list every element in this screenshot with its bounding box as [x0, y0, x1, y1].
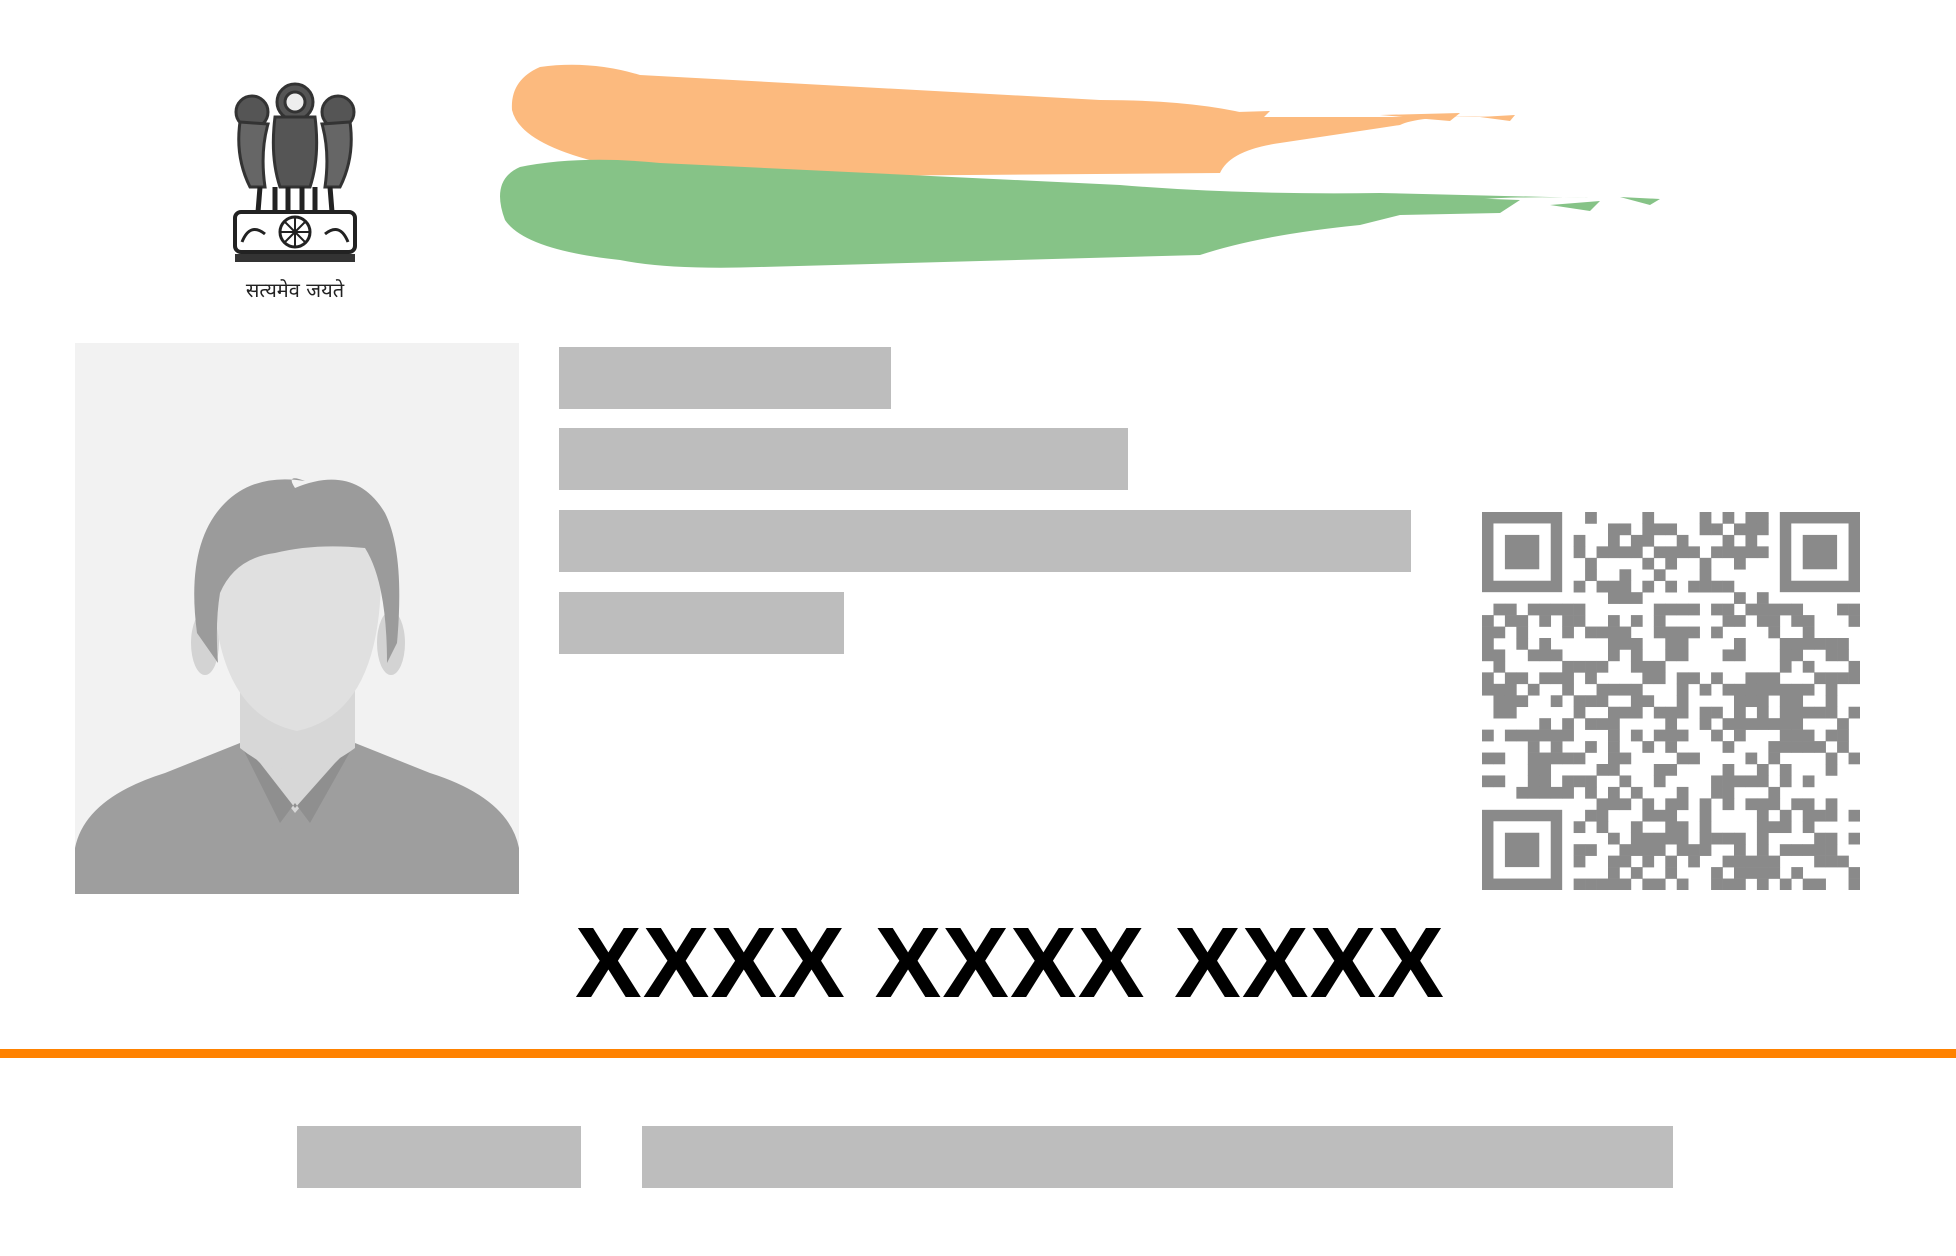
redacted-footer-left — [297, 1126, 581, 1188]
person-placeholder-icon — [75, 478, 519, 894]
aadhaar-number: XXXX XXXX XXXX — [575, 907, 1445, 1019]
redacted-dob — [559, 428, 1128, 490]
redacted-name — [559, 347, 891, 409]
national-emblem-icon — [233, 82, 357, 262]
tricolour-brush-strokes — [500, 64, 1660, 268]
qr-code-icon — [1482, 512, 1860, 890]
redacted-footer-right — [642, 1126, 1673, 1188]
emblem-motto: सत्यमेव जयते — [245, 278, 345, 302]
orange-divider — [0, 1049, 1956, 1058]
profile-photo — [75, 343, 519, 894]
redacted-gender — [559, 592, 844, 654]
redacted-details — [559, 510, 1411, 572]
